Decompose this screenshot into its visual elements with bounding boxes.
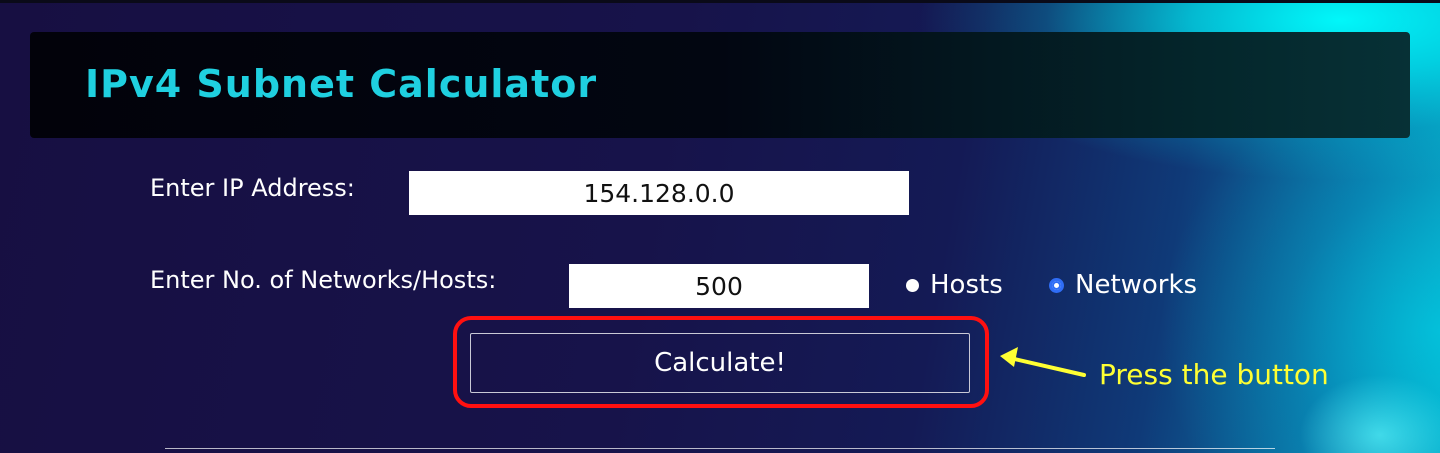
- page-title: IPv4 Subnet Calculator: [85, 62, 598, 106]
- radio-networks-selected-icon[interactable]: [1049, 277, 1064, 293]
- ip-address-input[interactable]: [409, 171, 909, 215]
- divider: [165, 448, 1275, 449]
- top-border: [0, 0, 1440, 3]
- count-label: Enter No. of Networks/Hosts:: [150, 266, 497, 294]
- radio-networks-label: Networks: [1075, 270, 1198, 300]
- count-input[interactable]: [569, 264, 869, 308]
- ip-address-label: Enter IP Address:: [150, 174, 355, 202]
- annotation-arrow-icon: [1000, 347, 1086, 377]
- header-bar: IPv4 Subnet Calculator: [30, 32, 1410, 138]
- radio-networks[interactable]: Networks: [1049, 270, 1197, 300]
- radio-hosts-icon[interactable]: [906, 278, 919, 292]
- radio-hosts-label: Hosts: [930, 270, 1003, 300]
- annotation-text: Press the button: [1099, 358, 1329, 391]
- radio-hosts[interactable]: Hosts: [906, 270, 1003, 300]
- calculate-button[interactable]: Calculate!: [470, 333, 970, 393]
